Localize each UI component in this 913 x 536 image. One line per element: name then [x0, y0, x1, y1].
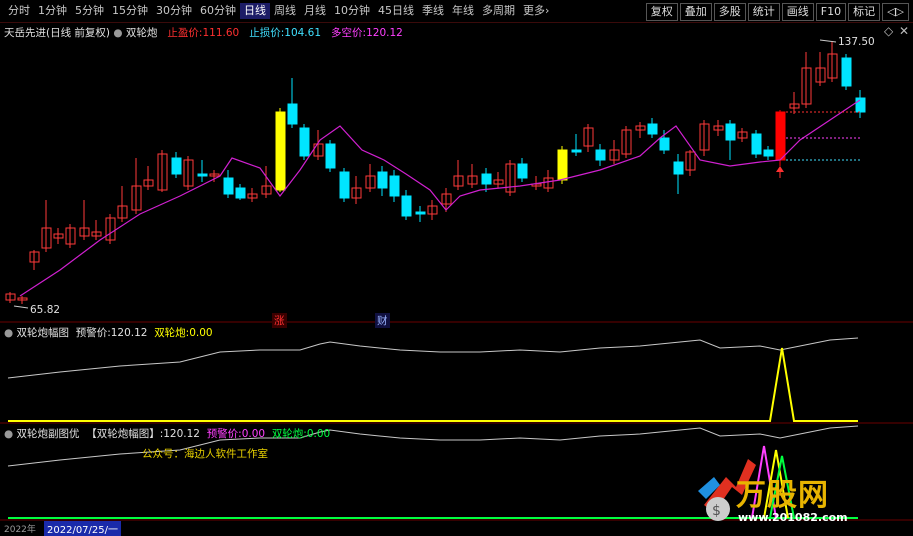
settings-icon[interactable]: ●	[4, 428, 13, 440]
low-price-label: 65.82	[30, 304, 61, 316]
watermark-title: 万股网	[736, 478, 829, 513]
candle-body	[647, 123, 658, 135]
panel2-signal-label: 双轮炮:	[154, 327, 190, 339]
candle-body	[725, 123, 736, 141]
candle-body	[855, 97, 866, 113]
candle-body	[481, 173, 492, 185]
wechat-text: 公众号：海边人软件工作室	[142, 448, 268, 460]
panel2-warn-label: 预警价:	[75, 327, 111, 339]
watermark-url: www.201082.com	[738, 511, 848, 524]
candle-body	[325, 143, 336, 169]
panel3-bracket-label: 【双轮炮幅图】:	[86, 428, 164, 440]
candle-body	[517, 163, 528, 179]
panel2-signal-value: 0.00	[189, 327, 213, 339]
high-price-label: 137.50	[838, 36, 875, 48]
candle-body	[557, 149, 568, 181]
panel2-warn-value: 120.12	[110, 327, 148, 339]
candle-body	[235, 187, 246, 199]
candle-body	[659, 137, 670, 151]
panel3-warn-label: 预警价:	[206, 428, 242, 440]
panel3-bracket-value: 120.12	[163, 428, 200, 440]
marker-cai[interactable]: 财	[375, 313, 390, 328]
candle-body	[389, 175, 400, 197]
candle-body	[415, 211, 426, 215]
candle-body	[339, 171, 350, 199]
candle-body	[571, 149, 582, 153]
low-price-pointer	[13, 305, 29, 309]
candle-body	[275, 111, 286, 191]
candle-body	[171, 157, 182, 175]
candle-body	[775, 111, 786, 161]
panel3-warn-value: 0.00	[241, 428, 266, 440]
panel3-name[interactable]: 双轮炮副图优	[17, 428, 80, 440]
high-price-pointer	[819, 39, 837, 43]
panel2-header: ● 双轮炮幅图 预警价:120.12 双轮炮:0.00	[4, 325, 213, 340]
candle-body	[595, 149, 606, 161]
marker-zhang[interactable]: 涨	[272, 313, 287, 328]
candle-body	[763, 149, 774, 157]
panel2-line	[7, 337, 859, 379]
panel3-signal-label: 双轮炮:	[271, 428, 307, 440]
candle-body	[673, 161, 684, 175]
candle-body	[841, 57, 852, 87]
candle-body	[377, 171, 388, 189]
candle-body	[299, 127, 310, 157]
candle-body	[197, 173, 208, 177]
candle-body	[287, 103, 298, 125]
candle-body	[751, 133, 762, 155]
panel3-header: ● 双轮炮副图优 【双轮炮幅图】:120.12 预警价:0.00 双轮炮:0.0…	[4, 426, 330, 441]
candle-body	[401, 195, 412, 217]
panel3-signal-value: 0.00	[306, 428, 331, 440]
panel2-name[interactable]: 双轮炮幅图	[17, 327, 70, 339]
panel2-signal-line	[8, 347, 858, 422]
settings-icon[interactable]: ●	[4, 327, 13, 339]
year-label: 2022年	[4, 525, 36, 535]
candle-body	[223, 177, 234, 195]
svg-text:$: $	[712, 503, 721, 519]
up-arrow-icon	[776, 166, 784, 172]
